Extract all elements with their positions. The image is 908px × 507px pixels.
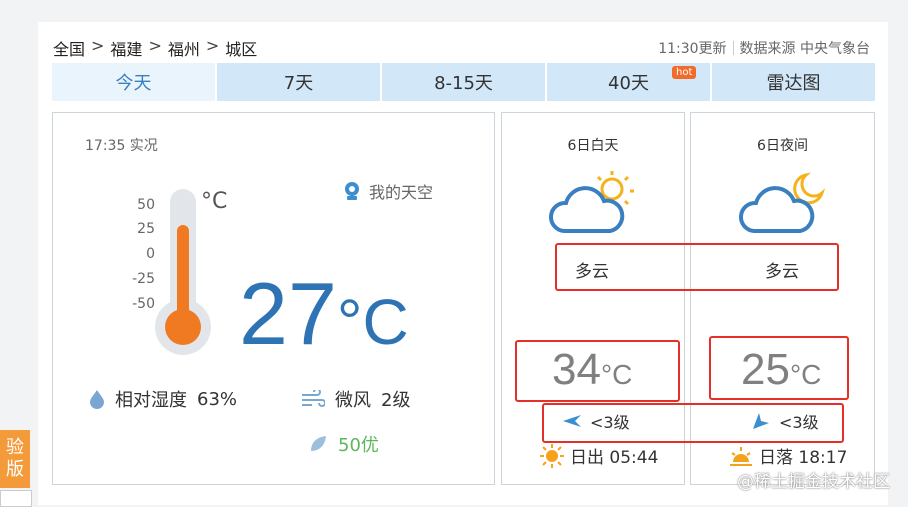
side-tab-char: 验	[6, 437, 24, 458]
scale-tick: 25	[137, 221, 155, 237]
breadcrumb: 全国 > 福建 > 福州 > 城区	[53, 36, 257, 60]
update-time: 11:30更新	[658, 41, 727, 57]
tab-label: 今天	[115, 73, 152, 94]
tab-label: 7天	[283, 73, 314, 94]
update-meta: 11:30更新 数据来源 中央气象台	[658, 38, 870, 58]
webcam-icon	[345, 182, 359, 200]
air-quality-stat[interactable]: 50优	[308, 431, 379, 457]
leaf-icon	[311, 436, 326, 451]
data-source: 数据来源 中央气象台	[739, 41, 870, 57]
tab-7days[interactable]: 7天	[217, 63, 380, 101]
humidity-value: 63%	[197, 388, 238, 410]
side-tab-secondary[interactable]	[0, 490, 32, 507]
breadcrumb-province[interactable]: 福建	[110, 36, 142, 60]
sunset-icon	[730, 446, 752, 466]
side-tab-char: 版	[6, 459, 24, 480]
highlight-night-temp-box	[709, 336, 849, 400]
hot-badge: hot	[672, 66, 697, 79]
wind-stat: 微风 2级	[301, 386, 410, 412]
tab-label: 雷达图	[766, 73, 821, 94]
thermometer-icon	[155, 189, 211, 355]
droplet-icon	[90, 390, 104, 409]
scale-tick: 0	[146, 246, 155, 262]
current-temp-value: 27	[239, 264, 337, 363]
humidity-stat: 相对湿度 63%	[89, 386, 237, 412]
current-temp-unit: °C	[336, 286, 409, 358]
breadcrumb-country[interactable]: 全国	[53, 36, 85, 60]
scale-tick: -25	[132, 271, 155, 287]
watermark: @稀土掘金技术社区	[737, 472, 890, 492]
day-title: 6日白天	[567, 138, 619, 154]
wind-value: 2级	[381, 390, 411, 411]
tab-label: 8-15天	[434, 73, 493, 94]
forecast-tabs: 今天 7天 8-15天 40天 hot 雷达图	[52, 63, 875, 101]
breadcrumb-sep: >	[205, 36, 220, 55]
breadcrumb-sep: >	[91, 36, 105, 55]
current-weather-panel: 17:35 实况 我的天空 50 25 0 -25 -50 °C 27°C 相对…	[52, 112, 495, 485]
observation-time: 17:35 实况	[85, 138, 158, 154]
tab-label: 40天	[608, 73, 649, 94]
wind-label: 微风	[335, 390, 371, 411]
breadcrumb-district: 城区	[225, 40, 258, 59]
scale-tick: 50	[137, 197, 155, 213]
breadcrumb-sep: >	[148, 36, 162, 55]
sunset-text: 日落 18:17	[759, 448, 848, 468]
sunrise-text: 日出 05:44	[570, 448, 659, 468]
current-temperature: 27°C	[239, 263, 409, 365]
night-title: 6日夜间	[757, 138, 808, 154]
sunrise: 日出 05:44	[540, 443, 658, 468]
aqi-value: 50优	[338, 435, 379, 456]
sun-icon	[540, 443, 564, 468]
highlight-wind-box	[542, 403, 844, 443]
my-sky-link[interactable]: 我的天空	[343, 179, 433, 203]
wind-icon	[302, 390, 325, 407]
breadcrumb-city[interactable]: 福州	[168, 36, 200, 60]
partly-cloudy-day-icon	[548, 171, 634, 233]
tab-today[interactable]: 今天	[52, 63, 215, 101]
sunset: 日落 18:17	[729, 443, 847, 468]
tab-8-15days[interactable]: 8-15天	[382, 63, 545, 101]
partly-cloudy-night-icon	[738, 172, 826, 233]
my-sky-label: 我的天空	[369, 183, 434, 202]
humidity-label: 相对湿度	[115, 390, 187, 411]
highlight-weather-box	[555, 243, 839, 291]
meta-divider	[732, 41, 734, 55]
tab-radar[interactable]: 雷达图	[712, 63, 875, 101]
feedback-side-tab[interactable]: 验 版	[0, 430, 30, 488]
highlight-day-temp-box	[515, 340, 680, 402]
tab-40days[interactable]: 40天 hot	[547, 63, 710, 101]
scale-tick: -50	[132, 296, 155, 312]
